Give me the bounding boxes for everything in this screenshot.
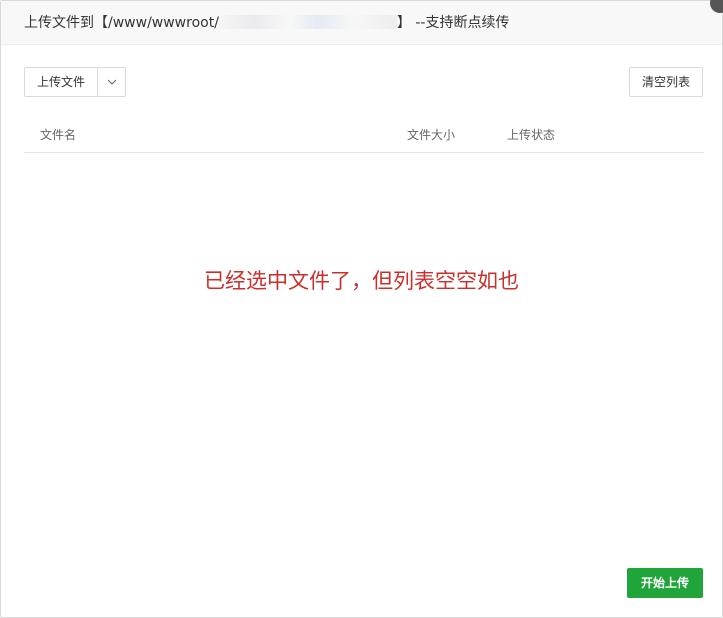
clear-list-button[interactable]: 清空列表 (628, 67, 703, 97)
upload-file-button[interactable]: 上传文件 (24, 67, 98, 97)
dialog-title-prefix: 上传文件到【/www/wwwroot/ (24, 15, 219, 31)
table-header: 文件名 文件大小 上传状态 (24, 119, 704, 153)
empty-list-annotation: 已经选中文件了，但列表空空如也 (204, 269, 519, 293)
column-header-status: 上传状态 (507, 128, 556, 142)
upload-button-group: 上传文件 (24, 67, 127, 97)
dialog-title-bar: 上传文件到【/www/wwwroot/ 】 --支持断点续传 (1, 1, 722, 45)
upload-dialog: 上传文件到【/www/wwwroot/】 --支持断点续传 上传文件 清空列表 … (0, 0, 723, 618)
file-table: 文件名 文件大小 上传状态 (24, 119, 704, 153)
start-upload-button[interactable]: 开始上传 (626, 568, 703, 598)
column-header-filesize: 文件大小 (407, 128, 456, 142)
dialog-title: 上传文件到【/www/wwwroot/ 】 --支持断点续传 (24, 14, 509, 32)
redacted-path (218, 15, 397, 29)
column-header-filename: 文件名 (40, 128, 77, 142)
chevron-down-icon (107, 79, 116, 85)
upload-dropdown-toggle[interactable] (97, 67, 127, 97)
dialog-title-suffix: 】 --支持断点续传 (396, 15, 510, 31)
